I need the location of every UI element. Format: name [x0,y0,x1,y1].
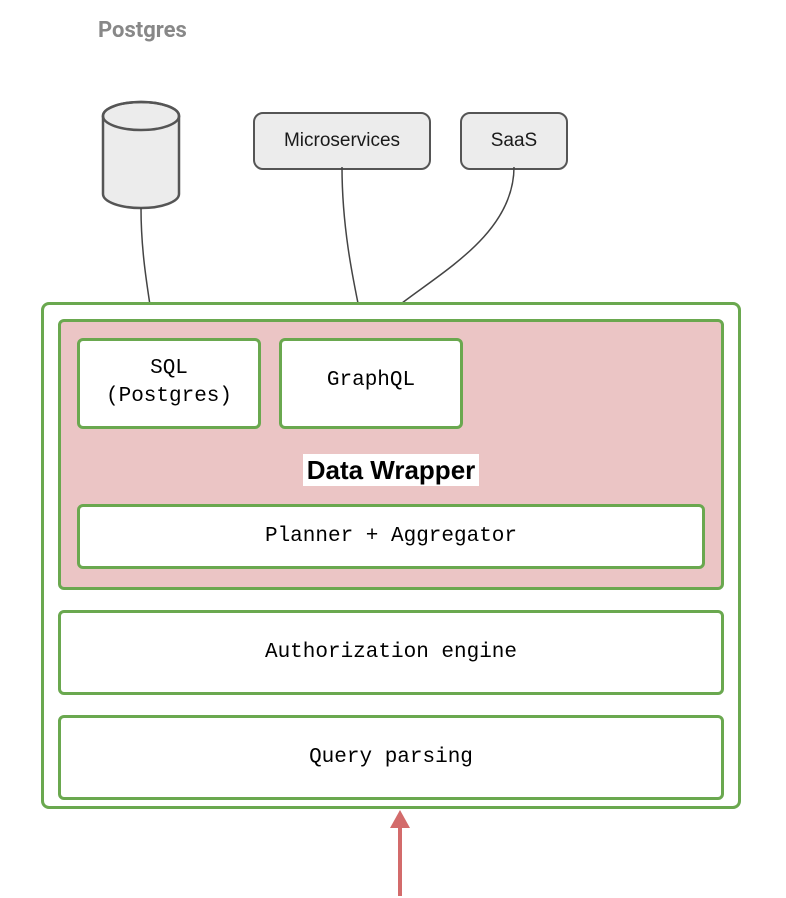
wrapper-inputs-row: SQL (Postgres) GraphQL [77,338,705,429]
saas-source: SaaS [460,112,568,170]
data-wrapper-title: Data Wrapper [77,455,705,486]
main-container: SQL (Postgres) GraphQL Data Wrapper Plan… [41,302,741,809]
data-wrapper-section: SQL (Postgres) GraphQL Data Wrapper Plan… [58,319,724,590]
sql-box: SQL (Postgres) [77,338,261,429]
query-parsing-box: Query parsing [58,715,724,800]
database-icon [100,100,182,210]
sql-label-line2: (Postgres) [100,383,238,411]
input-arrow-icon [380,810,420,896]
authorization-engine-box: Authorization engine [58,610,724,695]
planner-aggregator-box: Planner + Aggregator [77,504,705,569]
graphql-box: GraphQL [279,338,463,429]
microservices-source: Microservices [253,112,431,170]
diagram-title: Postgres [98,18,187,43]
sql-label-line1: SQL [100,355,238,383]
